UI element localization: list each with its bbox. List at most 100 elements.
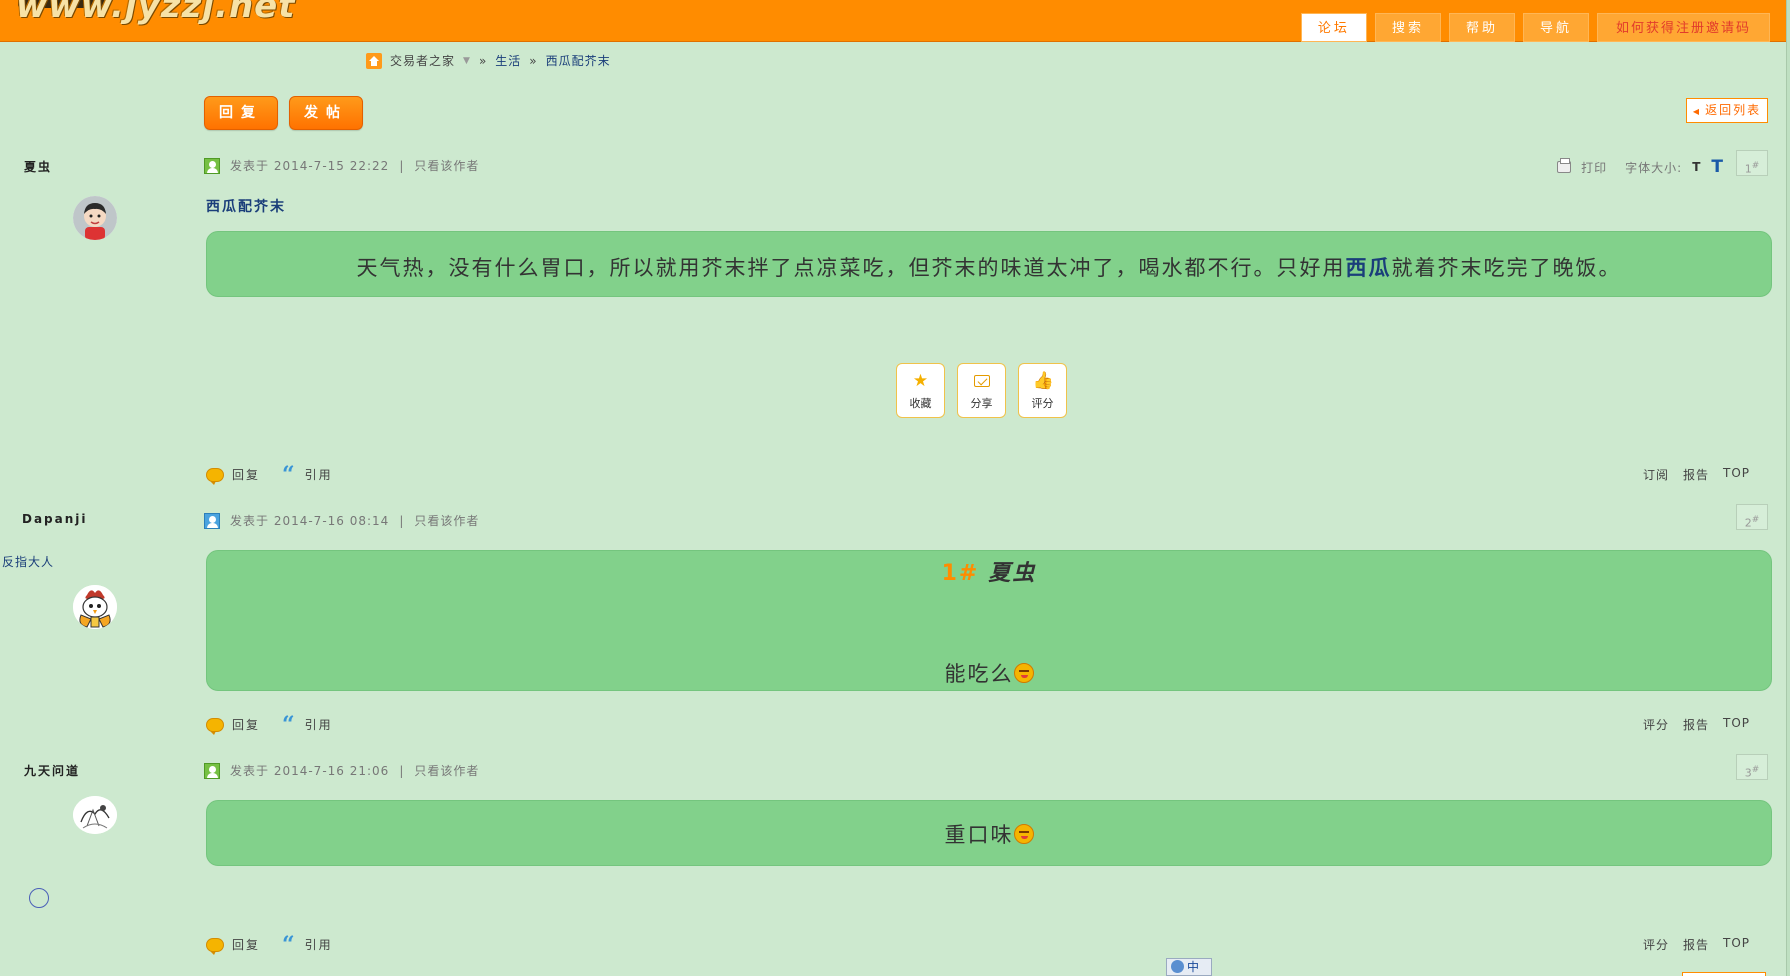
post-1-quote-link[interactable]: 引用 bbox=[305, 466, 333, 483]
window-scrollbar[interactable] bbox=[1786, 0, 1790, 976]
post-1-only-author[interactable]: 只看该作者 bbox=[414, 157, 479, 174]
favorite-label: 收藏 bbox=[909, 397, 932, 410]
avatar-image bbox=[73, 196, 117, 240]
print-icon[interactable] bbox=[1557, 158, 1572, 173]
quote-icon[interactable]: “ bbox=[282, 714, 297, 736]
post-1-reply-link[interactable]: 回复 bbox=[232, 466, 260, 483]
post-2-footer-right: 评分 报告 TOP bbox=[1643, 716, 1750, 733]
post-2-meta: 发表于 2014-7-16 08:14 | 只看该作者 bbox=[204, 512, 479, 529]
reply-bubble-icon[interactable] bbox=[206, 937, 224, 955]
smiley-icon bbox=[1013, 663, 1034, 683]
favorite-button[interactable]: ★ 收藏 bbox=[896, 363, 945, 418]
nav-forum[interactable]: 论坛 bbox=[1300, 13, 1367, 42]
post-3-meta: 发表于 2014-7-16 21:06 | 只看该作者 bbox=[204, 762, 479, 779]
post-1-avatar[interactable] bbox=[73, 196, 117, 240]
post-2-text-body: 能吃么 bbox=[944, 662, 1014, 686]
post-1-floor-number: 1 bbox=[1744, 162, 1752, 176]
post-1-footer-right: 订阅 报告 TOP bbox=[1643, 466, 1750, 483]
post-3-sep: | bbox=[399, 763, 405, 778]
post-2-reply-link[interactable]: 回复 bbox=[232, 716, 260, 733]
chevron-down-icon[interactable]: ▼ bbox=[463, 56, 471, 66]
back-to-list-button[interactable]: ◀ 返回列表 bbox=[1686, 98, 1768, 123]
post-1-date: 发表于 2014-7-15 22:22 bbox=[230, 159, 390, 173]
share-button[interactable]: 分享 bbox=[957, 363, 1006, 418]
post-2-floor[interactable]: 2# bbox=[1736, 504, 1768, 530]
post-2-text: 能吃么 bbox=[207, 658, 1771, 688]
new-post-button[interactable]: 发帖 bbox=[289, 96, 363, 130]
post-2-author[interactable]: Dapanji bbox=[22, 512, 88, 526]
post-2-floor-number: 2 bbox=[1744, 516, 1752, 530]
post-1-keyword-link[interactable]: 西瓜 bbox=[1346, 255, 1392, 280]
back-to-list-label: 返回列表 bbox=[1705, 103, 1762, 117]
post-2-sep: | bbox=[399, 513, 405, 528]
breadcrumb-sep-1: » bbox=[478, 53, 488, 68]
post-2-rate-link[interactable]: 评分 bbox=[1643, 716, 1669, 733]
post-1-footer: 回复 “ 引用 bbox=[206, 464, 333, 486]
post-1-meta: 发表于 2014-7-15 22:22 | 只看该作者 bbox=[204, 157, 479, 174]
post-1-top-link[interactable]: TOP bbox=[1723, 466, 1750, 483]
quote-icon[interactable]: “ bbox=[282, 464, 297, 486]
post-2-quote-header: 1# 夏虫 bbox=[207, 555, 1771, 587]
post-2-avatar[interactable] bbox=[73, 585, 117, 629]
star-icon: ★ bbox=[912, 371, 929, 391]
post-2-floor-mark: # bbox=[1751, 515, 1760, 525]
post-1-text-before: 天气热，没有什么胃口，所以就用芥末拌了点凉菜吃，但芥末的味道太冲了，喝水都不行。… bbox=[356, 256, 1346, 280]
user-icon bbox=[204, 512, 220, 529]
rate-button[interactable]: 👍 评分 bbox=[1018, 363, 1067, 418]
post-2-report-link[interactable]: 报告 bbox=[1683, 716, 1709, 733]
reply-bubble-icon[interactable] bbox=[206, 717, 224, 735]
post-3-top-link[interactable]: TOP bbox=[1723, 936, 1750, 953]
font-big-button[interactable]: T bbox=[1711, 157, 1724, 177]
post-3-rate-link[interactable]: 评分 bbox=[1643, 936, 1669, 953]
post-1-report-link[interactable]: 报告 bbox=[1683, 466, 1709, 483]
quote-floor-link[interactable]: 1# bbox=[942, 561, 980, 586]
post-2-top-link[interactable]: TOP bbox=[1723, 716, 1750, 733]
breadcrumb-sep-2: » bbox=[529, 53, 538, 68]
ime-mode-label: 中 bbox=[1187, 960, 1200, 974]
post-3-text-body: 重口味 bbox=[944, 823, 1014, 847]
post-3-avatar[interactable] bbox=[73, 796, 117, 834]
post-actions: ★ 收藏 分享 👍 评分 bbox=[896, 363, 1067, 418]
post-1-author[interactable]: 夏虫 bbox=[24, 158, 52, 175]
nav-help[interactable]: 帮助 bbox=[1448, 13, 1515, 42]
post-3-only-author[interactable]: 只看该作者 bbox=[414, 762, 479, 779]
post-3-report-link[interactable]: 报告 bbox=[1683, 936, 1709, 953]
site-logo[interactable]: www.jyzzj.net bbox=[16, 0, 295, 26]
nav-search[interactable]: 搜索 bbox=[1374, 13, 1441, 42]
reply-button[interactable]: 回复 bbox=[204, 96, 278, 130]
post-2-content: 1# 夏虫 能吃么 bbox=[206, 550, 1772, 691]
post-2-quote-link[interactable]: 引用 bbox=[305, 716, 333, 733]
post-1-floor[interactable]: 1# bbox=[1736, 150, 1768, 176]
post-3-reply-link[interactable]: 回复 bbox=[232, 936, 260, 953]
smiley-icon bbox=[1013, 824, 1034, 844]
quote-icon[interactable]: “ bbox=[282, 934, 297, 956]
post-3-content: 重口味 bbox=[206, 800, 1772, 866]
nav-guide[interactable]: 导航 bbox=[1522, 13, 1589, 42]
share-label: 分享 bbox=[970, 397, 993, 410]
reply-bubble-icon[interactable] bbox=[206, 467, 224, 485]
arrow-left-icon: ◀ bbox=[1692, 107, 1702, 116]
post-3-floor[interactable]: 3# bbox=[1736, 754, 1768, 780]
post-1-text-after: 就着芥末吃完了晚饭。 bbox=[1391, 256, 1622, 280]
nav-invite-code[interactable]: 如何获得注册邀请码 bbox=[1596, 13, 1770, 42]
post-3-footer: 回复 “ 引用 bbox=[206, 934, 333, 956]
post-3-quote-link[interactable]: 引用 bbox=[305, 936, 333, 953]
font-small-button[interactable]: T bbox=[1692, 160, 1701, 174]
home-icon[interactable] bbox=[366, 52, 382, 69]
post-2-only-author[interactable]: 只看该作者 bbox=[414, 512, 479, 529]
post-1-floor-mark: # bbox=[1751, 161, 1760, 171]
breadcrumb-home[interactable]: 交易者之家 bbox=[390, 52, 455, 69]
ime-toolbar[interactable]: 中 bbox=[1166, 958, 1212, 976]
circle-icon[interactable] bbox=[29, 888, 49, 908]
envelope-icon bbox=[973, 375, 990, 387]
post-3-author[interactable]: 九天问道 bbox=[24, 762, 80, 779]
post-2-date: 发表于 2014-7-16 08:14 bbox=[230, 514, 390, 528]
globe-icon bbox=[1171, 960, 1184, 973]
breadcrumb-thread[interactable]: 西瓜配芥末 bbox=[546, 52, 611, 69]
post-1-subscribe-link[interactable]: 订阅 bbox=[1643, 466, 1669, 483]
post-2-footer: 回复 “ 引用 bbox=[206, 714, 333, 736]
avatar-image bbox=[73, 585, 117, 629]
print-link[interactable]: 打印 bbox=[1581, 159, 1607, 176]
breadcrumb-forum[interactable]: 生活 bbox=[495, 52, 521, 69]
post-3-floor-number: 3 bbox=[1744, 766, 1752, 780]
